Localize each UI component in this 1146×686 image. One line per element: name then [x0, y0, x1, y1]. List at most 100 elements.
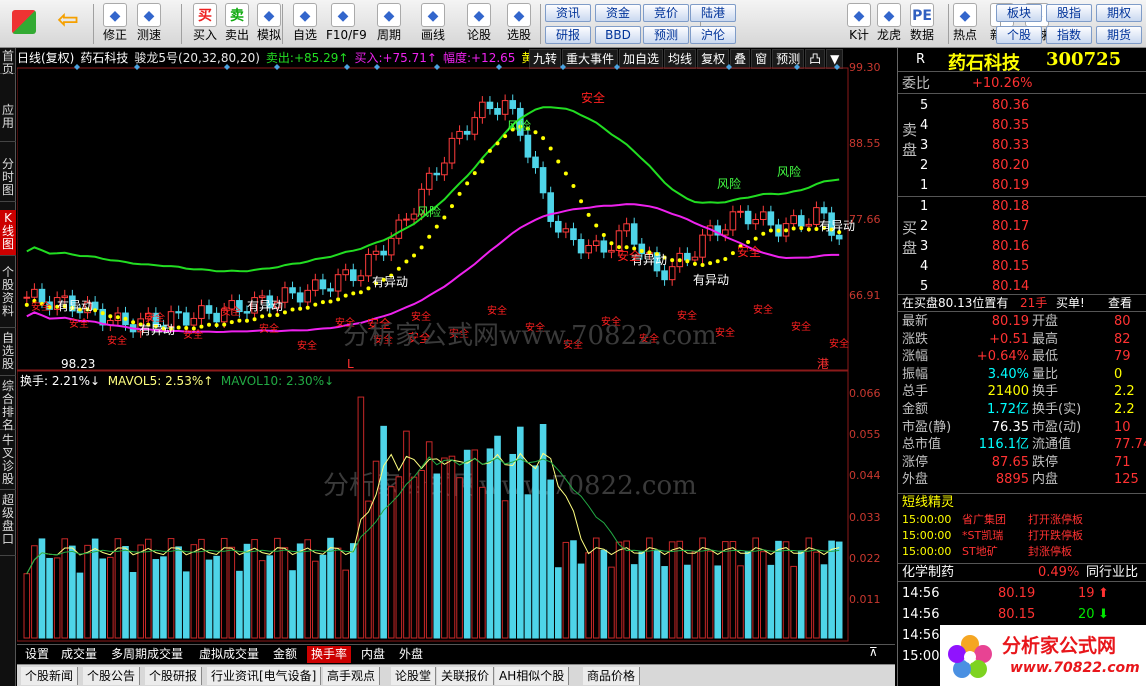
toolbar-button-10[interactable]: ◆ 选股: [502, 2, 536, 46]
ask-row[interactable]: 5 80.36: [898, 96, 1146, 116]
toolbar-button-7[interactable]: ◆ 周期: [372, 2, 406, 46]
indicator-tab-2[interactable]: 多周期成交量: [107, 646, 187, 663]
bid-row[interactable]: 4 80.15: [898, 257, 1146, 277]
indicator-tab-3[interactable]: 虚拟成交量: [195, 646, 263, 663]
sprite-stock: ST地矿: [962, 545, 998, 558]
sprite-row[interactable]: 15:00:00 ST地矿 封涨停板: [902, 544, 1146, 560]
quick-button-13[interactable]: 期货: [1096, 26, 1142, 44]
yellow-dot: [115, 315, 120, 320]
quick-button-8[interactable]: 板块: [996, 4, 1042, 22]
candle-body: [441, 162, 448, 176]
candle-body: [395, 219, 403, 239]
toolbar-button-5[interactable]: ◆ 自选: [288, 2, 322, 46]
stat-label-2: 流通值: [1032, 437, 1072, 453]
toolbar-button-4[interactable]: ◆ 模拟: [252, 2, 286, 46]
leftnav-item-1[interactable]: 应用: [0, 102, 16, 142]
leftnav-item-5[interactable]: 自选股: [0, 330, 16, 376]
leftnav-item-6[interactable]: 综合排名: [0, 378, 16, 432]
quick-button-3[interactable]: 陆港: [690, 4, 736, 22]
indicator-tab-5[interactable]: 换手率: [307, 646, 352, 663]
leftnav-item-3[interactable]: K线图: [0, 210, 16, 256]
leftnav-item-7[interactable]: 牛叉诊股: [0, 432, 16, 490]
yellow-dot: [814, 226, 819, 231]
toolbar-button-2[interactable]: 买买入: [188, 2, 222, 46]
news-tab-3[interactable]: 行业资讯[电气设备]: [207, 667, 322, 685]
toolbar-button-0[interactable]: ◆ 修正: [98, 2, 132, 46]
volume-bar: [243, 543, 251, 639]
volume-bar: [152, 559, 160, 639]
quick-button-12[interactable]: 指数: [1046, 26, 1092, 44]
bid-row[interactable]: 3 80.16: [898, 237, 1146, 257]
ask-row[interactable]: 3 80.33: [898, 136, 1146, 156]
toolbar-separator: [540, 4, 541, 44]
toolbar-button-16[interactable]: ◆ 龙虎: [872, 2, 906, 46]
bid-price: 80.15: [992, 259, 1030, 274]
quick-button-9[interactable]: 股指: [1046, 4, 1092, 22]
leftnav-item-2[interactable]: 分时图: [0, 156, 16, 202]
buy-order-button[interactable]: 买单!: [1056, 295, 1085, 312]
news-tab-5[interactable]: 论股堂: [391, 667, 437, 685]
toolbar-button-17[interactable]: PE 数据: [905, 2, 939, 46]
news-tab-6[interactable]: 关联报价: [437, 667, 495, 685]
indicator-tab-0[interactable]: 设置: [21, 646, 53, 663]
news-tab-7[interactable]: AH相似个股: [495, 667, 570, 685]
bid-row[interactable]: 2 80.17: [898, 217, 1146, 237]
sector-name[interactable]: 化学制药: [902, 564, 954, 582]
candle-body: [456, 130, 463, 139]
quick-button-11[interactable]: 个股: [996, 26, 1042, 44]
leftnav-item-0[interactable]: 首页: [0, 48, 16, 76]
volume-bar: [114, 538, 122, 639]
ask-row[interactable]: 4 80.35: [898, 116, 1146, 136]
quick-button-5[interactable]: BBD: [595, 26, 641, 44]
ask-row[interactable]: 1 80.19: [898, 176, 1146, 196]
toolbar-button-9[interactable]: ◆ 论股: [462, 2, 496, 46]
indicator-tab-1[interactable]: 成交量: [57, 646, 101, 663]
news-tab-4[interactable]: 高手观点: [323, 667, 381, 685]
sector-compare[interactable]: 同行业比: [1086, 564, 1138, 582]
indicator-tab-4[interactable]: 金额: [269, 646, 301, 663]
quick-button-10[interactable]: 期权: [1096, 4, 1142, 22]
leftnav-item-4[interactable]: 个股资料: [0, 264, 16, 328]
volume-bar: [729, 541, 737, 639]
stat-value: 87.65: [991, 454, 1029, 470]
quick-button-4[interactable]: 研报: [545, 26, 591, 44]
quick-button-1[interactable]: 资金: [595, 4, 641, 22]
news-tab-2[interactable]: 个股研报: [145, 667, 203, 685]
app-menu-icon[interactable]: [4, 2, 44, 46]
view-more-link[interactable]: 查看: [1108, 295, 1132, 312]
leftnav-item-8[interactable]: 超级盘口: [0, 492, 16, 556]
news-tab-1[interactable]: 个股公告: [83, 667, 141, 685]
buy-icon: 买: [193, 3, 217, 27]
toolbar-button-15[interactable]: ◆ K计: [842, 2, 876, 46]
toolbar-button-3[interactable]: 卖卖出: [220, 2, 254, 46]
stat-value: 3.40%: [987, 366, 1029, 382]
kline-chart-area[interactable]: 日线(复权) 药石科技 骏龙5号(20,32,80,20) 卖出:+85.29↑ 买入:…: [17, 48, 895, 644]
quick-button-0[interactable]: 资讯: [545, 4, 591, 22]
quick-button-7[interactable]: 沪伦: [690, 26, 736, 44]
news-tab-0[interactable]: 个股新闻: [21, 667, 79, 685]
sprite-row[interactable]: 15:00:00 *ST凯瑞 打开跌停板: [902, 528, 1146, 544]
quick-button-2[interactable]: 竞价: [643, 4, 689, 22]
toolbar-button-8[interactable]: ◆ 画线: [416, 2, 450, 46]
bid-level: 4: [920, 259, 929, 274]
quick-button-6[interactable]: 预测: [643, 26, 689, 44]
news-tab-8[interactable]: 商品价格: [583, 667, 641, 685]
tick-price: 80.19: [998, 586, 1036, 601]
back-arrow-icon[interactable]: ⇦: [48, 2, 88, 46]
toolbar-button-18[interactable]: ◆ 热点: [948, 2, 982, 46]
event-marker: [274, 64, 280, 70]
bid-row[interactable]: 1 80.18: [898, 197, 1146, 217]
sprite-row[interactable]: 15:00:00 省广集团 打开涨停板: [902, 512, 1146, 528]
ask-row[interactable]: 2 80.20: [898, 156, 1146, 176]
volume-bar: [744, 550, 752, 639]
collapse-icon[interactable]: ⊼: [869, 645, 878, 659]
toolbar-button-1[interactable]: ◆ 测速: [132, 2, 166, 46]
toolbar-button-6[interactable]: ◆ F10/F9: [326, 2, 367, 46]
safety-marker: 安全: [69, 317, 89, 330]
volume-bar: [433, 473, 441, 639]
tick-price: 80.15: [998, 607, 1036, 622]
volume-bar: [554, 567, 562, 639]
volume-bar: [395, 476, 403, 639]
indicator-tab-6[interactable]: 内盘: [357, 646, 389, 663]
indicator-tab-7[interactable]: 外盘: [395, 646, 427, 663]
